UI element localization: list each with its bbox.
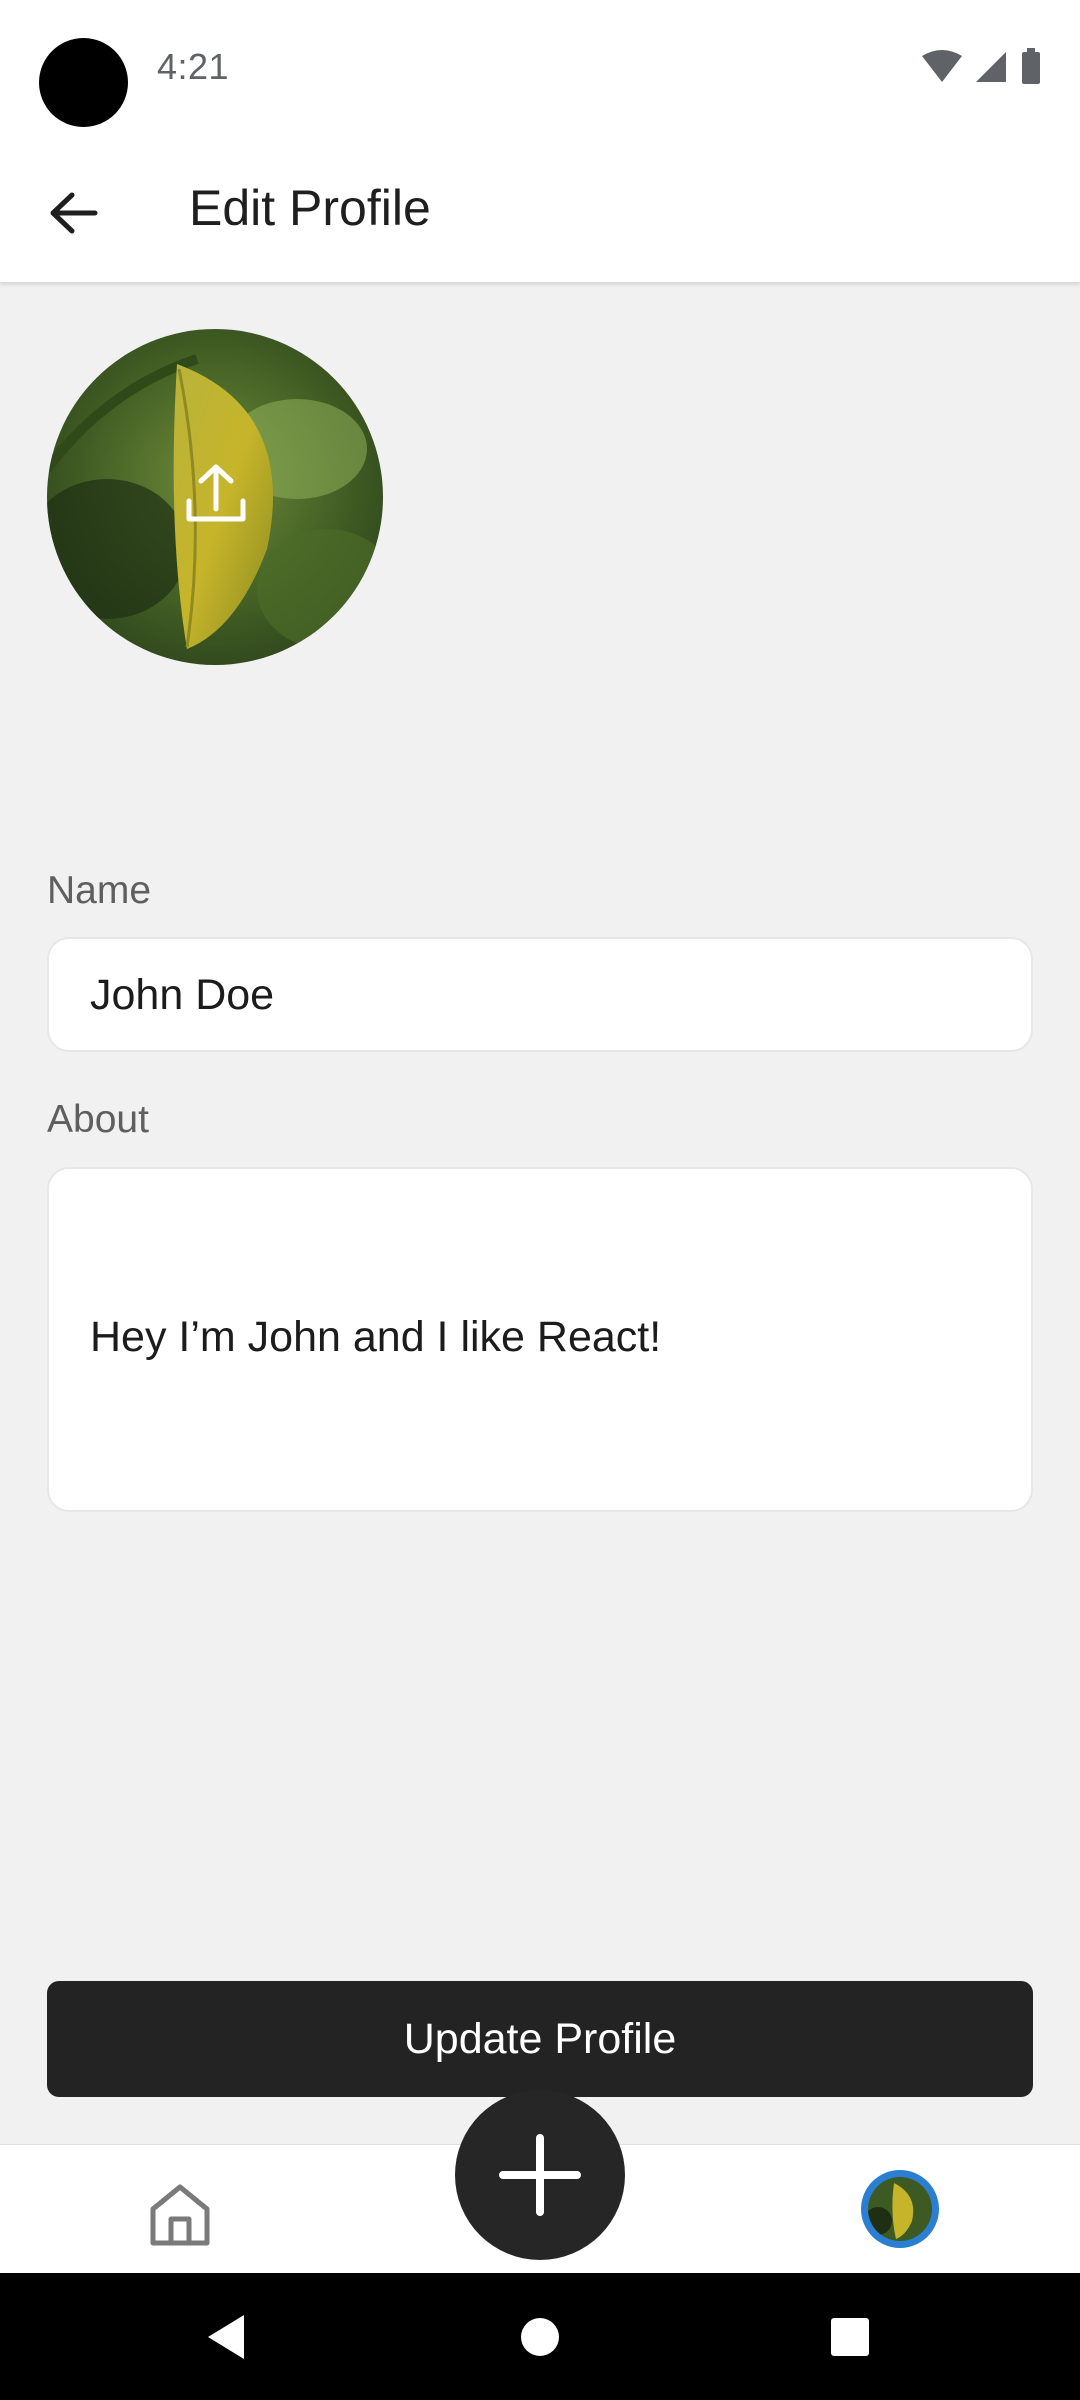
signal-icon — [976, 52, 1006, 82]
nav-back-icon[interactable] — [204, 2313, 248, 2361]
update-profile-button[interactable]: Update Profile — [47, 1981, 1033, 2097]
page-title: Edit Profile — [189, 180, 431, 236]
wifi-icon — [922, 50, 962, 82]
about-value: Hey I’m John and I like React! — [90, 1313, 662, 1361]
add-post-button[interactable] — [455, 2090, 625, 2260]
nav-home-icon[interactable] — [520, 2317, 560, 2357]
upload-icon — [186, 464, 246, 522]
status-time: 4:21 — [157, 46, 230, 87]
name-label: Name — [47, 869, 152, 912]
name-input[interactable]: John Doe — [47, 937, 1033, 1052]
camera-cutout — [39, 38, 128, 127]
back-button[interactable] — [36, 176, 110, 250]
arrow-left-icon — [50, 192, 98, 234]
system-nav-bar — [0, 2273, 1080, 2400]
plus-icon — [499, 2134, 581, 2216]
profile-tab-avatar — [868, 2177, 932, 2241]
status-bar: 4:21 — [0, 0, 1080, 136]
status-icons — [922, 48, 1040, 84]
about-input[interactable]: Hey I’m John and I like React! — [47, 1167, 1033, 1512]
name-value: John Doe — [90, 971, 275, 1019]
profile-avatar-upload[interactable] — [47, 329, 383, 665]
home-icon[interactable] — [145, 2179, 215, 2249]
profile-tab[interactable] — [861, 2170, 939, 2248]
battery-icon — [1022, 48, 1040, 84]
nav-recents-icon[interactable] — [830, 2317, 870, 2357]
about-label: About — [47, 1098, 149, 1141]
app-bar: Edit Profile — [0, 136, 1080, 283]
